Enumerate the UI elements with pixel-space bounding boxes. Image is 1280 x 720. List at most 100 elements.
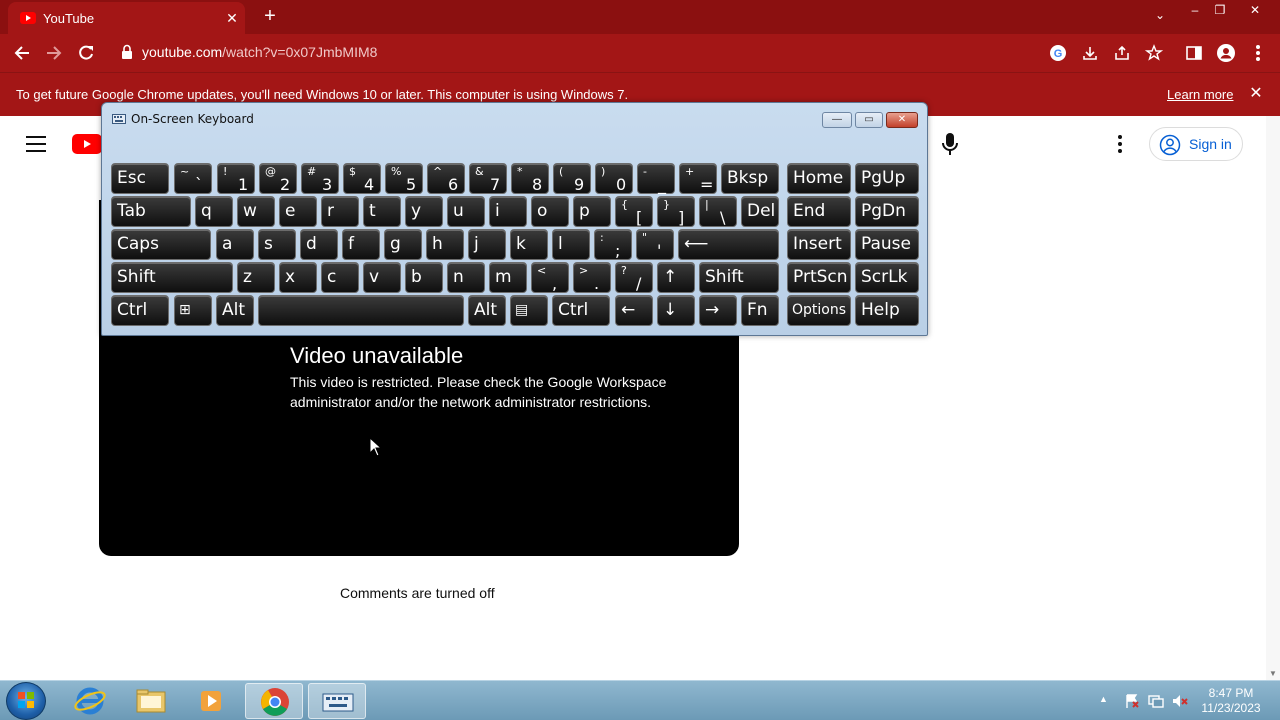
profile-icon[interactable] [1214,41,1238,65]
side-panel-icon[interactable] [1182,41,1206,65]
key-row2-1[interactable]: q [195,196,233,227]
youtube-logo-icon[interactable] [72,134,102,154]
key-row3-12[interactable]: ⟵ [678,229,779,260]
key-row3-0[interactable]: Caps [111,229,211,260]
key-row5-11[interactable]: Options [787,295,851,326]
key-row4-5[interactable]: b [405,262,443,293]
key-row5-12[interactable]: Help [855,295,919,326]
key-row3-11[interactable]: " ' [636,229,674,260]
tab-search-icon[interactable]: ⌄ [1150,8,1170,26]
more-options-icon[interactable] [1110,133,1130,155]
key-row2-0[interactable]: Tab [111,196,191,227]
key-row3-2[interactable]: s [258,229,296,260]
key-row3-13[interactable]: Insert [787,229,851,260]
taskbar-file-explorer[interactable] [122,683,180,719]
key-row5-8[interactable]: ↓ [657,295,695,326]
key-row3-9[interactable]: l [552,229,590,260]
key-row2-10[interactable]: p [573,196,611,227]
key-row4-9[interactable]: >. [573,262,611,293]
back-arrow-icon[interactable] [10,41,34,65]
show-hidden-icons-button[interactable]: ▲ [1099,694,1115,710]
key-row2-7[interactable]: u [447,196,485,227]
lock-icon[interactable] [120,44,134,60]
key-row1-7[interactable]: ^ 6 [427,163,465,194]
key-row5-3[interactable] [258,295,464,326]
key-row3-8[interactable]: k [510,229,548,260]
key-row2-3[interactable]: e [279,196,317,227]
key-row2-4[interactable]: r [321,196,359,227]
microphone-icon[interactable] [938,131,962,157]
bookmark-star-icon[interactable] [1142,41,1166,65]
key-row1-5[interactable]: $4 [343,163,381,194]
hamburger-menu-icon[interactable] [24,134,48,154]
key-row1-13[interactable]: + = [679,163,717,194]
key-row5-9[interactable]: → [699,295,737,326]
key-row3-10[interactable]: :; [594,229,632,260]
key-row4-14[interactable]: ScrLk [855,262,919,293]
window-restore-button[interactable]: ❐ [1205,2,1235,20]
key-row2-15[interactable]: End [787,196,851,227]
key-row5-10[interactable]: Fn [741,295,779,326]
key-row1-9[interactable]: * 8 [511,163,549,194]
key-row2-6[interactable]: y [405,196,443,227]
key-row5-5[interactable]: ▤ [510,295,548,326]
key-row5-4[interactable]: Alt [468,295,506,326]
key-row1-6[interactable]: % 5 [385,163,423,194]
key-row4-13[interactable]: PrtScn [787,262,851,293]
infobar-close-icon[interactable]: ✕ [1246,83,1266,103]
key-row3-7[interactable]: j [468,229,506,260]
key-row4-2[interactable]: x [279,262,317,293]
address-bar[interactable]: youtube.com/watch?v=0x07JmbMIM8 [142,44,377,60]
key-row5-0[interactable]: Ctrl [111,295,169,326]
key-row1-16[interactable]: PgUp [855,163,919,194]
key-row4-0[interactable]: Shift [111,262,233,293]
forward-arrow-icon[interactable] [42,41,66,65]
google-icon[interactable]: G [1046,41,1070,65]
key-row1-12[interactable]: - _ [637,163,675,194]
key-row4-3[interactable]: c [321,262,359,293]
key-row2-13[interactable]: | \ [699,196,737,227]
sign-in-button[interactable]: Sign in [1149,127,1243,161]
taskbar-internet-explorer[interactable] [61,683,119,719]
on-screen-keyboard-window[interactable]: On-Screen Keyboard — ▭ ✕ Esc ~ `! 1 @2 #3 $4% 5… [101,102,928,336]
key-row1-15[interactable]: Home [787,163,851,194]
system-clock[interactable]: 8:47 PM 11/23/2023 [1200,686,1262,716]
key-row1-0[interactable]: Esc [111,163,169,194]
key-row1-2[interactable]: ! 1 [217,163,255,194]
key-row2-14[interactable]: Del [741,196,779,227]
key-row2-11[interactable]: {[ [615,196,653,227]
key-row1-1[interactable]: ~ ` [174,163,212,194]
start-button[interactable] [6,682,46,720]
action-center-flag-icon[interactable] [1124,693,1140,709]
key-row4-11[interactable]: ↑ [657,262,695,293]
page-scrollbar[interactable]: ▼ [1266,116,1280,680]
key-row1-14[interactable]: Bksp [721,163,779,194]
key-row3-4[interactable]: f [342,229,380,260]
osk-titlebar[interactable]: On-Screen Keyboard — ▭ ✕ [102,103,927,133]
osk-restore-button[interactable]: ▭ [855,112,883,128]
key-row1-4[interactable]: #3 [301,163,339,194]
key-row2-16[interactable]: PgDn [855,196,919,227]
key-row4-12[interactable]: Shift [699,262,779,293]
key-row5-2[interactable]: Alt [216,295,254,326]
key-row4-10[interactable]: ? / [615,262,653,293]
key-row3-1[interactable]: a [216,229,254,260]
key-row3-3[interactable]: d [300,229,338,260]
key-row5-7[interactable]: ← [615,295,653,326]
osk-close-button[interactable]: ✕ [886,112,918,128]
new-tab-button[interactable]: + [258,6,282,28]
chrome-menu-icon[interactable] [1246,41,1270,65]
key-row1-8[interactable]: & 7 [469,163,507,194]
key-row4-4[interactable]: v [363,262,401,293]
key-row2-9[interactable]: o [531,196,569,227]
network-icon[interactable] [1148,693,1164,709]
key-row5-6[interactable]: Ctrl [552,295,610,326]
reload-icon[interactable] [74,41,98,65]
learn-more-link[interactable]: Learn more [1167,87,1233,102]
key-row1-10[interactable]: (9 [553,163,591,194]
key-row4-1[interactable]: z [237,262,275,293]
key-row3-5[interactable]: g [384,229,422,260]
key-row1-11[interactable]: ) 0 [595,163,633,194]
taskbar-on-screen-keyboard[interactable] [308,683,366,719]
key-row4-8[interactable]: <, [531,262,569,293]
